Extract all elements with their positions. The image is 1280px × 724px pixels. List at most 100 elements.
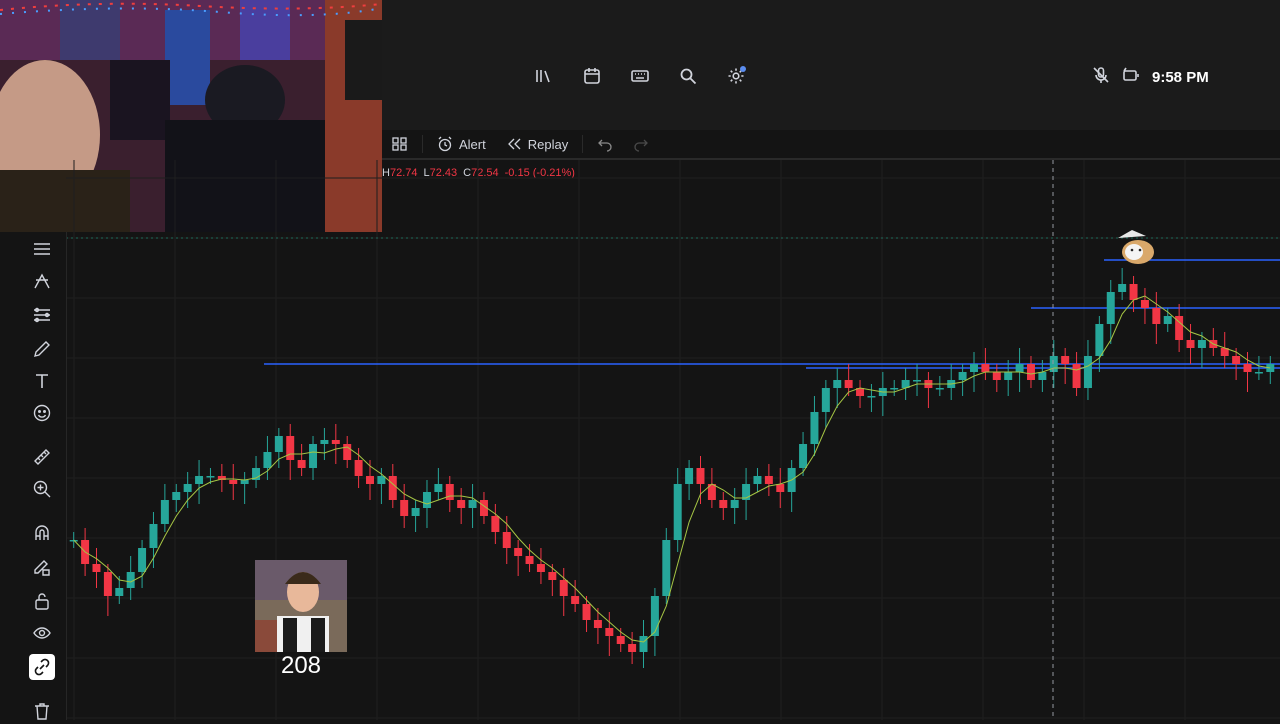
alarm-clock-icon [438,136,452,152]
meme-counter: 208 [280,652,322,679]
candle-body [867,396,876,398]
candle-body [92,564,101,572]
candle-body [1197,340,1206,348]
eye-icon[interactable] [29,620,55,646]
zoom-icon[interactable] [29,476,55,502]
search-icon[interactable] [676,64,700,88]
rewind-icon [507,138,521,150]
candle-body [457,500,466,508]
candle-body [1095,324,1104,356]
candle-body [696,468,705,484]
candle-body [628,644,637,652]
candle-body [639,636,648,652]
candle-body [491,516,500,532]
candle-body [650,596,659,636]
candle-body [935,388,944,390]
candle-body [844,380,853,388]
lock-drawing-icon[interactable] [29,554,55,580]
candle-body [810,412,819,444]
candle-body [1083,356,1092,388]
candle-body [138,548,147,572]
magnet-icon[interactable] [29,520,55,546]
replay-button[interactable]: Replay [496,130,578,158]
candle-body [297,460,306,468]
candle-body [263,452,272,468]
candle-body [730,500,739,508]
candle-body [343,444,352,460]
notification-dot [740,66,746,72]
candle-body [753,476,762,484]
candle-body [913,380,922,382]
candle-body [685,468,694,484]
candle-body [662,540,671,596]
fib-icon[interactable] [29,302,55,328]
alert-button[interactable]: Alert [427,130,496,158]
toolbar-divider [582,135,584,153]
candlestick-chart[interactable] [66,160,1280,720]
calendar-icon[interactable] [580,64,604,88]
undo-icon [598,139,612,152]
clock-time: 9:58 PM [1152,69,1209,86]
meme-picture [255,560,347,652]
candle-body [1118,284,1127,292]
candle-body [354,460,363,476]
candle-body [229,480,238,484]
candle-body [559,580,568,596]
brush-icon[interactable] [29,336,55,362]
mic-muted-icon[interactable] [1092,66,1110,89]
candle-body [970,364,978,372]
candle-body [1232,356,1241,364]
candle-body [536,564,545,572]
chart-area[interactable] [66,160,1280,720]
candle-body [548,572,557,580]
lock-icon[interactable] [29,588,55,614]
candle-body [422,492,431,508]
drawing-toolbar [20,232,67,720]
candle-body [411,508,420,516]
candle-body [776,484,785,492]
candle-body [1163,316,1172,324]
undo-button[interactable] [587,130,623,158]
candle-body [958,372,967,380]
candle-body [1152,308,1161,324]
library-icon[interactable] [532,64,556,88]
candle-body [1061,356,1070,364]
candle-body [366,476,374,484]
candle-body [1038,372,1047,380]
gear-icon[interactable] [724,64,748,88]
candle-body [172,492,181,500]
candle-body [502,532,511,548]
ruler-icon[interactable] [29,444,55,470]
candle-body [320,440,329,444]
candle-body [445,484,454,500]
candle-body [274,436,283,452]
keyboard-icon[interactable] [628,64,652,88]
text-icon[interactable] [29,368,55,394]
toolbar-divider [422,135,423,153]
dog-sticker [1112,228,1160,270]
chart-toolbar: Alert Replay [382,130,1280,158]
menu-icon[interactable] [29,236,55,262]
dog-sticker-image [1118,230,1154,264]
candle-body [115,588,124,596]
candle-body [1254,372,1263,374]
trash-icon[interactable] [29,698,55,724]
candle-body [764,476,773,484]
candle-body [514,548,523,556]
layout-button[interactable] [382,130,418,158]
candle-body [981,364,990,372]
candle-body [525,556,534,564]
candle-body [1129,284,1138,300]
redo-button[interactable] [623,130,659,158]
candle-body [1072,364,1081,388]
candle-body [400,500,409,516]
candle-body [821,388,830,412]
link-icon[interactable] [29,654,55,680]
candle-body [673,484,682,540]
grid-layout-icon [392,137,407,151]
trendline-icon[interactable] [29,268,55,294]
candle-body [719,500,728,508]
meme-image [255,560,347,652]
battery-icon [1122,66,1140,89]
emoji-icon[interactable] [29,400,55,426]
